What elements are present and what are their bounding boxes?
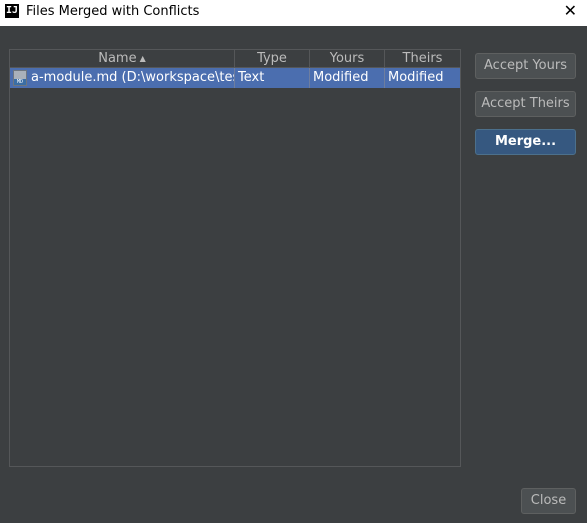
column-header-yours[interactable]: Yours (310, 50, 385, 67)
cell-type: Text (235, 68, 310, 88)
merge-button[interactable]: Merge... (475, 129, 576, 155)
cell-theirs: Modified (388, 70, 444, 85)
cell-name: MD a-module.md (D:\workspace\testgi (10, 68, 235, 88)
md-file-icon: MD (13, 70, 27, 86)
conflicts-table: Name ▲ Type Yours Theirs MD a-module.md (… (9, 49, 461, 467)
intellij-app-icon: IJ (5, 4, 19, 18)
title-bar: IJ Files Merged with Conflicts ✕ (0, 0, 587, 26)
column-header-theirs[interactable]: Theirs (385, 50, 460, 67)
table-row[interactable]: MD a-module.md (D:\workspace\testgi Text… (10, 68, 460, 88)
column-header-label: Name (98, 51, 137, 66)
cell-yours: Modified (310, 68, 385, 88)
window-title: Files Merged with Conflicts (26, 4, 200, 19)
table-header: Name ▲ Type Yours Theirs (10, 50, 460, 68)
window-close-icon[interactable]: ✕ (564, 1, 577, 20)
accept-theirs-button[interactable]: Accept Theirs (475, 91, 576, 117)
file-name-text: a-module.md (D:\workspace\testgi (31, 70, 235, 85)
sort-ascending-icon: ▲ (139, 54, 146, 63)
column-header-type[interactable]: Type (235, 50, 310, 67)
close-button[interactable]: Close (521, 488, 576, 514)
column-header-name[interactable]: Name ▲ (10, 50, 235, 67)
accept-yours-button[interactable]: Accept Yours (475, 53, 576, 79)
